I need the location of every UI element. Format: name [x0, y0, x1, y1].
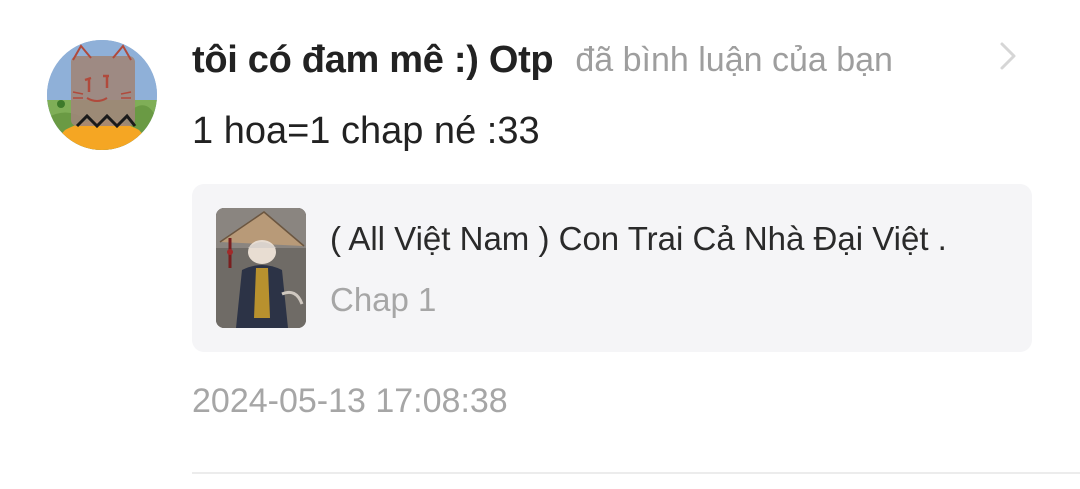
- story-title[interactable]: ( All Việt Nam ) Con Trai Cả Nhà Đại Việ…: [330, 220, 947, 258]
- story-chapter: Chap 1: [330, 281, 437, 318]
- comment-text: 1 hoa=1 chap né :33: [192, 110, 540, 152]
- story-cover-illustration: [216, 208, 306, 328]
- story-cover-image: [216, 208, 306, 328]
- timestamp: 2024-05-13 17:08:38: [192, 382, 508, 420]
- divider: [192, 472, 1080, 474]
- action-text: đã bình luận của bạn: [575, 40, 893, 79]
- username[interactable]: tôi có đam mê :) Otp: [192, 39, 554, 82]
- story-card[interactable]: ( All Việt Nam ) Con Trai Cả Nhà Đại Việ…: [192, 184, 1032, 352]
- cat-drawing-avatar-icon: [47, 40, 157, 150]
- chevron-right-icon[interactable]: [994, 38, 1024, 74]
- comment-notification[interactable]: tôi có đam mê :) Otp đã bình luận của bạ…: [0, 0, 1080, 489]
- notification-header: tôi có đam mê :) Otp đã bình luận của bạ…: [192, 36, 893, 84]
- user-avatar[interactable]: [47, 40, 157, 150]
